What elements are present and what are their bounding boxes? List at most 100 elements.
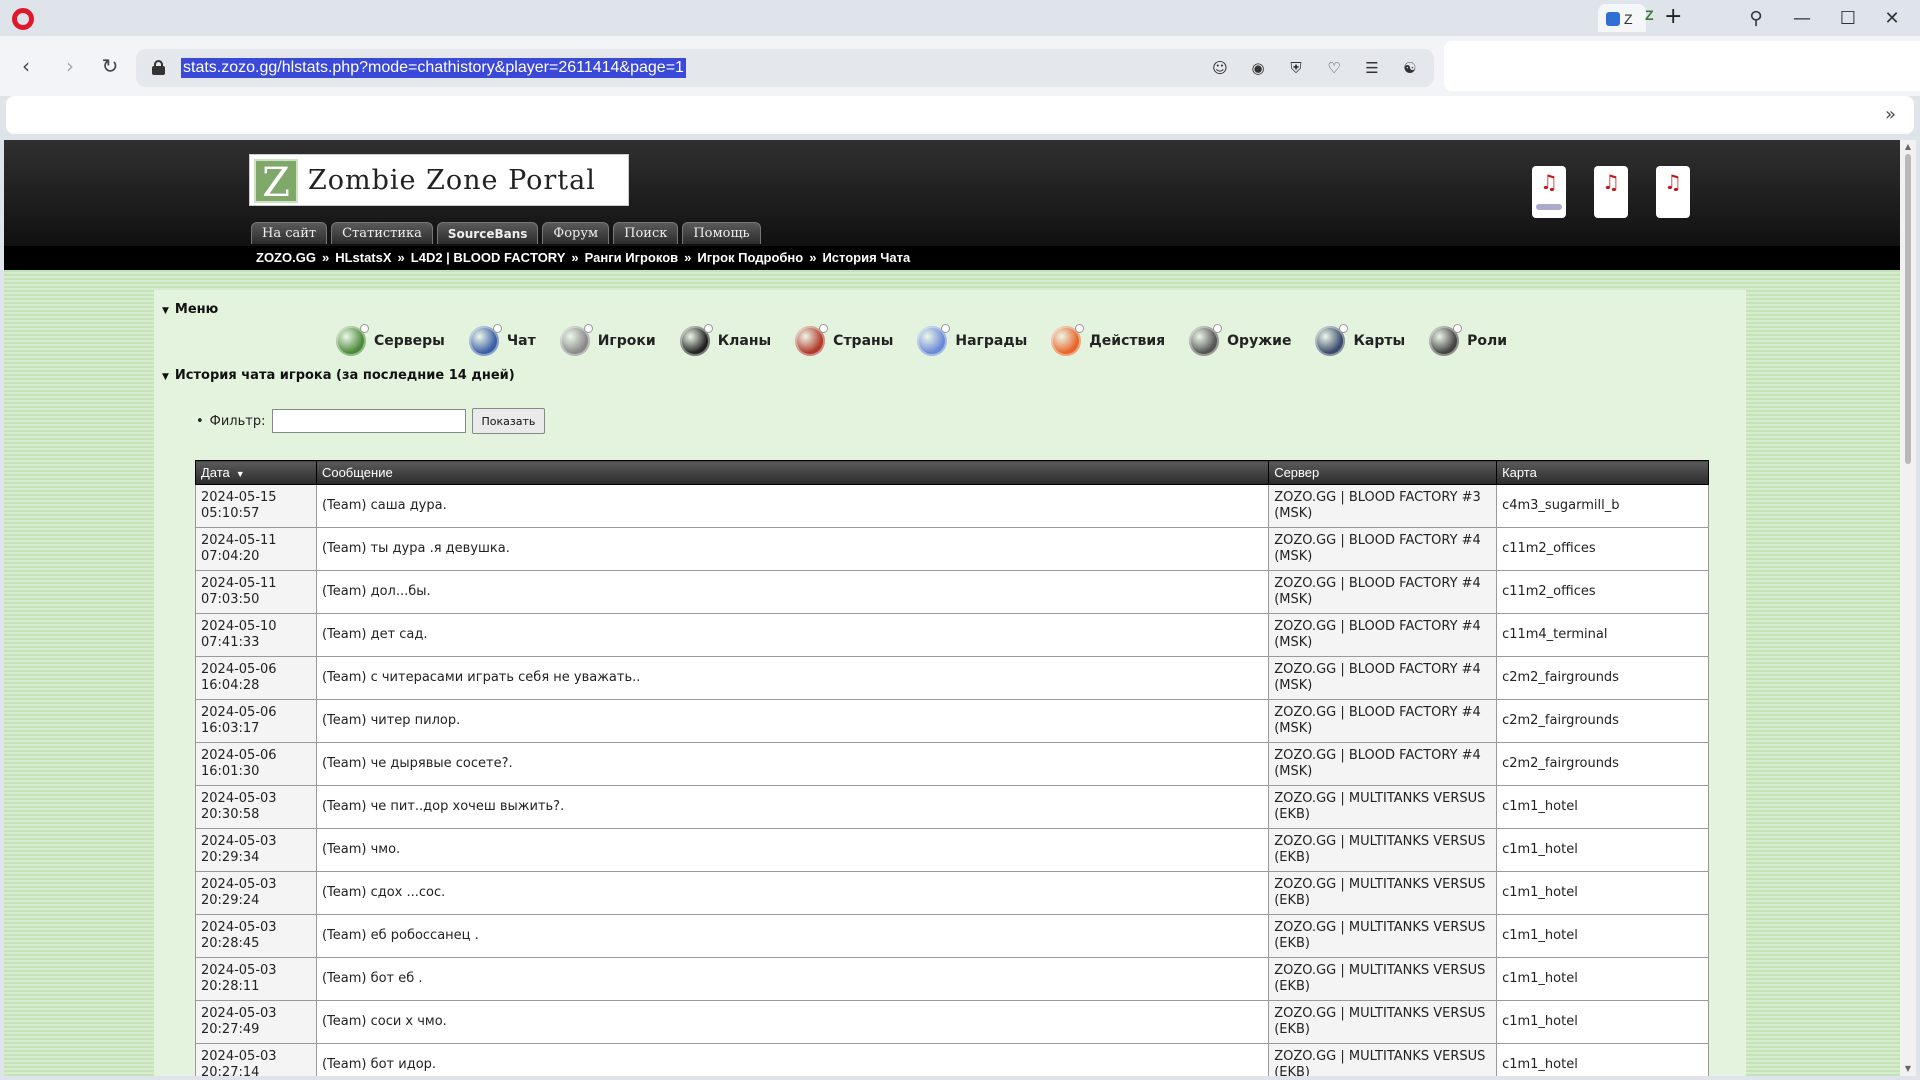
badge-icon[interactable]: ♫ bbox=[1656, 166, 1690, 218]
cell-map[interactable]: c11m2_offices bbox=[1496, 527, 1709, 571]
breadcrumb-item[interactable]: L4D2 | BLOOD FACTORY bbox=[411, 250, 566, 265]
camera-icon[interactable]: ◉ bbox=[1244, 57, 1272, 79]
cell-server[interactable]: ZOZO.GG | BLOOD FACTORY #4 (MSK) bbox=[1268, 570, 1498, 614]
table-header-row: Дата ▼ Сообщение Сервер Карта bbox=[195, 460, 1709, 485]
menu-item-chat[interactable]: Чат bbox=[468, 324, 536, 356]
breadcrumb-item[interactable]: Игрок Подробно bbox=[697, 250, 803, 265]
badge-icon[interactable]: ♫ bbox=[1594, 166, 1628, 218]
lock-icon[interactable] bbox=[152, 60, 165, 75]
cell-date: 2024-05-03 20:29:24 bbox=[195, 871, 317, 915]
menu-item-label: Оружие bbox=[1227, 333, 1292, 349]
back-arrow-icon[interactable]: ‹ bbox=[12, 52, 40, 80]
sort-desc-icon: ▼ bbox=[235, 469, 245, 479]
cell-map[interactable]: c1m1_hotel bbox=[1496, 957, 1709, 1001]
badge-icon[interactable]: ♫ bbox=[1532, 166, 1566, 218]
nav-tab-search[interactable]: Поиск bbox=[613, 222, 679, 244]
cell-server[interactable]: ZOZO.GG | MULTITANKS VERSUS (EKB) bbox=[1268, 1000, 1498, 1044]
cell-server[interactable]: ZOZO.GG | BLOOD FACTORY #3 (MSK) bbox=[1268, 484, 1498, 528]
menu-item-clans[interactable]: Кланы bbox=[679, 324, 771, 356]
cell-server[interactable]: ZOZO.GG | BLOOD FACTORY #4 (MSK) bbox=[1268, 656, 1498, 700]
bookmarks-more-icon[interactable]: » bbox=[1885, 104, 1896, 125]
scroll-up-icon[interactable]: ▲ bbox=[1903, 142, 1913, 152]
nav-tab-stats[interactable]: Статистика bbox=[331, 222, 433, 244]
cell-server[interactable]: ZOZO.GG | BLOOD FACTORY #4 (MSK) bbox=[1268, 742, 1498, 786]
cell-map[interactable]: c1m1_hotel bbox=[1496, 828, 1709, 872]
menu-item-players[interactable]: Игроки bbox=[559, 324, 656, 356]
active-tab[interactable]: Z bbox=[1598, 4, 1646, 32]
cell-server[interactable]: ZOZO.GG | MULTITANKS VERSUS (EKB) bbox=[1268, 1043, 1498, 1076]
cell-server[interactable]: ZOZO.GG | MULTITANKS VERSUS (EKB) bbox=[1268, 914, 1498, 958]
page-scrollbar[interactable]: ▲ ▼ bbox=[1900, 140, 1916, 1076]
clans-icon bbox=[679, 324, 713, 356]
cell-server[interactable]: ZOZO.GG | BLOOD FACTORY #4 (MSK) bbox=[1268, 699, 1498, 743]
menu-item-actions[interactable]: Действия bbox=[1051, 324, 1165, 356]
table-row: 2024-05-06 16:04:28 (Team) с читерасами иг… bbox=[195, 656, 1709, 700]
cell-map[interactable]: c1m1_hotel bbox=[1496, 785, 1709, 829]
cell-map[interactable]: c11m4_terminal bbox=[1496, 613, 1709, 657]
close-window-icon[interactable]: ✕ bbox=[1872, 4, 1912, 32]
cell-map[interactable]: c2m2_fairgrounds bbox=[1496, 699, 1709, 743]
emoji-icon[interactable]: ☺ bbox=[1206, 57, 1234, 79]
forward-arrow-icon[interactable]: › bbox=[56, 52, 84, 80]
profile-icon[interactable]: ☯ bbox=[1396, 57, 1424, 79]
menu-item-weapons[interactable]: Оружие bbox=[1189, 324, 1292, 356]
cell-server[interactable]: ZOZO.GG | MULTITANKS VERSUS (EKB) bbox=[1268, 957, 1498, 1001]
menu-item-awards[interactable]: Награды bbox=[917, 324, 1028, 356]
breadcrumb-item[interactable]: ZOZO.GG bbox=[256, 250, 316, 265]
column-header-map[interactable]: Карта bbox=[1496, 460, 1709, 485]
nav-tab-forum[interactable]: Форум bbox=[542, 222, 610, 244]
cell-date: 2024-05-03 20:30:58 bbox=[195, 785, 317, 829]
menu-item-roles[interactable]: Роли bbox=[1429, 324, 1507, 356]
url-text[interactable]: stats.zozo.gg/hlstats.php?mode=chathisto… bbox=[181, 58, 686, 78]
easy-setup-icon[interactable]: ☰ bbox=[1358, 57, 1386, 79]
scroll-down-icon[interactable]: ▼ bbox=[1903, 1064, 1913, 1074]
column-header-server[interactable]: Сервер bbox=[1268, 460, 1498, 485]
opera-menu-icon[interactable] bbox=[12, 8, 34, 30]
scrollbar-thumb[interactable] bbox=[1905, 154, 1911, 464]
cell-server[interactable]: ZOZO.GG | MULTITANKS VERSUS (EKB) bbox=[1268, 828, 1498, 872]
cell-server[interactable]: ZOZO.GG | MULTITANKS VERSUS (EKB) bbox=[1268, 871, 1498, 915]
cell-map[interactable]: c2m2_fairgrounds bbox=[1496, 742, 1709, 786]
menu-section-title[interactable]: ▼ Меню bbox=[162, 302, 218, 317]
servers-icon bbox=[336, 324, 369, 356]
nav-tab-help[interactable]: Помощь bbox=[682, 222, 761, 244]
countries-icon bbox=[795, 324, 829, 356]
tab-zozo[interactable]: Z bbox=[1645, 7, 1654, 23]
menu-item-label: Награды bbox=[955, 333, 1028, 349]
history-section-title[interactable]: ▼ История чата игрока (за последние 14 дн… bbox=[162, 368, 515, 383]
maximize-icon[interactable]: ☐ bbox=[1828, 4, 1868, 32]
url-field[interactable]: stats.zozo.gg/hlstats.php?mode=chathisto… bbox=[136, 49, 1434, 87]
filter-input[interactable] bbox=[271, 409, 466, 433]
menu-item-maps[interactable]: Карты bbox=[1315, 324, 1405, 356]
cell-map[interactable]: c2m2_fairgrounds bbox=[1496, 656, 1709, 700]
menu-item-servers[interactable]: Серверы bbox=[336, 324, 445, 356]
cell-server[interactable]: ZOZO.GG | BLOOD FACTORY #4 (MSK) bbox=[1268, 613, 1498, 657]
breadcrumb-item[interactable]: Ранги Игроков bbox=[585, 250, 679, 265]
cell-server[interactable]: ZOZO.GG | MULTITANKS VERSUS (EKB) bbox=[1268, 785, 1498, 829]
column-header-date[interactable]: Дата ▼ bbox=[195, 460, 317, 485]
site-logo[interactable]: Z Zombie Zone Portal bbox=[249, 154, 629, 206]
menu-item-countries[interactable]: Страны bbox=[795, 324, 893, 356]
breadcrumb-bar: ZOZO.GG » HLstatsX » L4D2 | BLOOD FACTORY » Ра… bbox=[4, 246, 1900, 270]
logo-text: Zombie Zone Portal bbox=[308, 165, 596, 196]
column-header-message[interactable]: Сообщение bbox=[315, 460, 1270, 485]
new-tab-plus-icon[interactable]: + bbox=[1664, 5, 1682, 29]
cell-map[interactable]: c1m1_hotel bbox=[1496, 914, 1709, 958]
cell-map[interactable]: c1m1_hotel bbox=[1496, 1000, 1709, 1044]
menu-title-text: Меню bbox=[174, 302, 219, 317]
shield-icon[interactable]: ⛨ bbox=[1282, 57, 1310, 79]
breadcrumb-item[interactable]: HLstatsX bbox=[335, 250, 391, 265]
nav-tab-sourcebans[interactable]: SourceBans bbox=[436, 222, 539, 244]
minimize-icon[interactable]: — bbox=[1782, 4, 1822, 32]
reload-icon[interactable]: ↻ bbox=[96, 52, 124, 80]
show-button[interactable]: Показать bbox=[471, 408, 546, 434]
heart-icon[interactable]: ♡ bbox=[1320, 57, 1348, 79]
search-tabs-icon[interactable]: ⚲ bbox=[1736, 4, 1776, 32]
cell-map[interactable]: c11m2_offices bbox=[1496, 570, 1709, 614]
cell-map[interactable]: c4m3_sugarmill_b bbox=[1496, 484, 1709, 528]
nav-tab-site[interactable]: На сайт bbox=[251, 222, 328, 244]
breadcrumb-separator: » bbox=[684, 250, 692, 265]
cell-map[interactable]: c1m1_hotel bbox=[1496, 871, 1709, 915]
cell-map[interactable]: c1m1_hotel bbox=[1496, 1043, 1709, 1076]
cell-server[interactable]: ZOZO.GG | BLOOD FACTORY #4 (MSK) bbox=[1268, 527, 1498, 571]
